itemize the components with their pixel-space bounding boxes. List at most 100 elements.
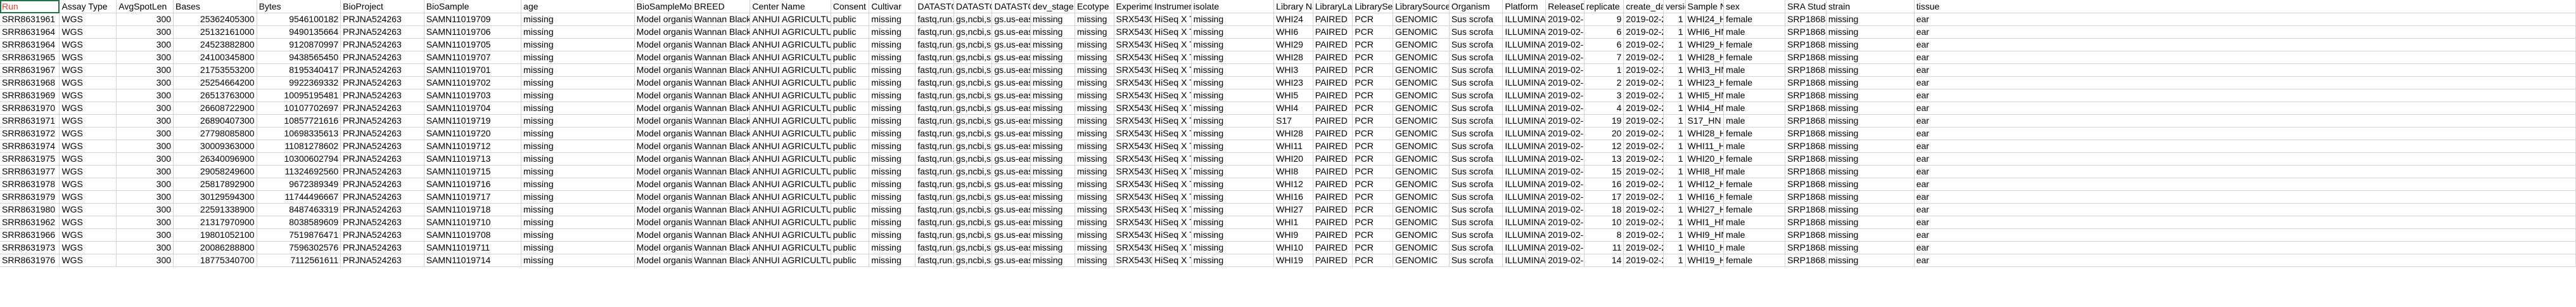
table-cell[interactable]: missing bbox=[521, 25, 635, 39]
table-cell[interactable]: GENOMIC bbox=[1393, 241, 1450, 254]
column-header-cell[interactable]: BioSample bbox=[424, 0, 522, 13]
table-cell[interactable]: 2 bbox=[1584, 76, 1624, 89]
table-cell[interactable]: SRR8631969 bbox=[0, 89, 60, 102]
table-cell[interactable]: missing bbox=[1826, 178, 1915, 191]
table-cell[interactable]: 27798085800 bbox=[173, 127, 257, 140]
table-cell[interactable]: 9672389349 bbox=[257, 178, 341, 191]
table-cell[interactable]: GENOMIC bbox=[1393, 76, 1450, 89]
column-header-cell[interactable]: Organism bbox=[1449, 0, 1503, 13]
table-cell[interactable]: SRP186849 bbox=[1785, 13, 1827, 26]
table-cell[interactable]: WGS bbox=[59, 114, 117, 127]
table-cell[interactable]: missing bbox=[1826, 63, 1915, 77]
table-cell[interactable]: Model organism or animal bbox=[634, 203, 692, 216]
table-cell[interactable]: HiSeq X Ten bbox=[1152, 190, 1192, 204]
table-cell[interactable]: missing bbox=[521, 203, 635, 216]
table-cell[interactable]: ANHUI AGRICULTURAL UNIVERSITY bbox=[749, 190, 831, 204]
table-cell[interactable]: missing bbox=[1030, 178, 1075, 191]
table-cell[interactable]: ILLUMINA bbox=[1502, 63, 1546, 77]
column-header-cell[interactable]: Bytes bbox=[257, 0, 341, 13]
table-cell[interactable]: GENOMIC bbox=[1393, 114, 1450, 127]
table-cell[interactable]: missing bbox=[521, 165, 635, 178]
table-cell[interactable]: PRJNA524263 bbox=[340, 228, 424, 242]
table-cell[interactable]: GENOMIC bbox=[1393, 140, 1450, 153]
table-cell[interactable]: SRR8631964 bbox=[0, 25, 60, 39]
table-cell[interactable]: ANHUI AGRICULTURAL UNIVERSITY bbox=[749, 178, 831, 191]
table-cell[interactable]: PRJNA524263 bbox=[340, 25, 424, 39]
table-cell[interactable]: GENOMIC bbox=[1393, 216, 1450, 229]
table-cell[interactable]: 2019-02-25 bbox=[1623, 178, 1664, 191]
table-cell[interactable]: PAIRED bbox=[1313, 254, 1353, 267]
table-cell[interactable]: PRJNA524263 bbox=[340, 190, 424, 204]
table-cell[interactable]: ILLUMINA bbox=[1502, 76, 1546, 89]
table-cell[interactable]: SRR8631977 bbox=[0, 165, 60, 178]
table-cell[interactable]: fastq,run.zq,sra bbox=[915, 228, 954, 242]
table-cell[interactable]: SRR8631961 bbox=[0, 13, 60, 26]
table-cell[interactable]: WHI19 bbox=[1273, 254, 1313, 267]
table-cell[interactable]: fastq,run.zq,sra bbox=[915, 152, 954, 166]
table-cell[interactable]: GENOMIC bbox=[1393, 25, 1450, 39]
table-cell[interactable]: female bbox=[1723, 127, 1786, 140]
table-cell[interactable]: PAIRED bbox=[1313, 38, 1353, 51]
table-cell[interactable]: 7519876471 bbox=[257, 228, 341, 242]
column-header-cell[interactable]: BioSampleModel bbox=[634, 0, 692, 13]
table-cell[interactable]: ILLUMINA bbox=[1502, 152, 1546, 166]
table-cell[interactable]: missing bbox=[869, 190, 916, 204]
table-cell[interactable]: HiSeq X Ten bbox=[1152, 114, 1192, 127]
table-cell[interactable]: 16 bbox=[1584, 178, 1624, 191]
table-cell[interactable]: missing bbox=[1030, 228, 1075, 242]
table-cell[interactable]: 2019-02-25 bbox=[1545, 38, 1584, 51]
table-cell[interactable]: Model organism or animal bbox=[634, 114, 692, 127]
table-cell[interactable]: SRX5430722 bbox=[1114, 178, 1153, 191]
table-cell[interactable]: 300 bbox=[116, 140, 174, 153]
table-cell[interactable]: missing bbox=[1074, 241, 1114, 254]
table-cell[interactable]: GENOMIC bbox=[1393, 38, 1450, 51]
table-cell[interactable]: ear bbox=[1914, 51, 2576, 64]
table-cell[interactable]: missing bbox=[1030, 76, 1075, 89]
table-cell[interactable]: gs.us-east bbox=[992, 178, 1031, 191]
table-cell[interactable]: fastq,run.zq,sra bbox=[915, 203, 954, 216]
table-cell[interactable]: missing bbox=[1826, 89, 1915, 102]
table-cell[interactable]: missing bbox=[1074, 178, 1114, 191]
table-cell[interactable]: SRP186849 bbox=[1785, 25, 1827, 39]
table-cell[interactable]: ear bbox=[1914, 178, 2576, 191]
table-cell[interactable]: ILLUMINA bbox=[1502, 190, 1546, 204]
table-cell[interactable]: public bbox=[831, 190, 870, 204]
table-cell[interactable]: 8195340417 bbox=[257, 63, 341, 77]
table-cell[interactable]: SRX5430725 bbox=[1114, 114, 1153, 127]
column-header-cell[interactable]: DATASTORE region bbox=[992, 0, 1031, 13]
table-cell[interactable]: 25132161000 bbox=[173, 25, 257, 39]
table-cell[interactable]: PAIRED bbox=[1313, 13, 1353, 26]
table-cell[interactable]: WGS bbox=[59, 203, 117, 216]
table-cell[interactable]: 2019-02-25 bbox=[1545, 190, 1584, 204]
table-cell[interactable]: 9 bbox=[1584, 13, 1624, 26]
table-cell[interactable]: missing bbox=[1074, 101, 1114, 115]
table-cell[interactable]: missing bbox=[1191, 228, 1275, 242]
table-cell[interactable]: PCR bbox=[1352, 101, 1394, 115]
table-cell[interactable]: missing bbox=[521, 38, 635, 51]
table-cell[interactable]: missing bbox=[521, 89, 635, 102]
table-cell[interactable]: GENOMIC bbox=[1393, 51, 1450, 64]
table-cell[interactable]: PRJNA524263 bbox=[340, 152, 424, 166]
table-cell[interactable]: missing bbox=[869, 216, 916, 229]
table-cell[interactable]: male bbox=[1723, 63, 1786, 77]
table-cell[interactable]: PCR bbox=[1352, 51, 1394, 64]
table-cell[interactable]: PRJNA524263 bbox=[340, 254, 424, 267]
table-cell[interactable]: missing bbox=[521, 101, 635, 115]
table-cell[interactable]: 1 bbox=[1663, 203, 1686, 216]
table-cell[interactable]: ANHUI AGRICULTURAL UNIVERSITY bbox=[749, 216, 831, 229]
table-cell[interactable]: PRJNA524263 bbox=[340, 38, 424, 51]
table-cell[interactable]: Wannan Black bbox=[692, 38, 751, 51]
table-cell[interactable]: 25254664200 bbox=[173, 76, 257, 89]
table-cell[interactable]: 1 bbox=[1663, 241, 1686, 254]
table-cell[interactable]: WGS bbox=[59, 101, 117, 115]
column-header-cell[interactable]: DATASTORE provider bbox=[953, 0, 993, 13]
table-cell[interactable]: ILLUMINA bbox=[1502, 165, 1546, 178]
table-cell[interactable]: Wannan Black bbox=[692, 190, 751, 204]
column-header-cell[interactable]: LibrarySource bbox=[1393, 0, 1450, 13]
table-cell[interactable]: WHI29_HN bbox=[1685, 38, 1725, 51]
table-cell[interactable]: 300 bbox=[116, 114, 174, 127]
table-cell[interactable]: PCR bbox=[1352, 203, 1394, 216]
table-cell[interactable]: 2019-02-25 bbox=[1545, 63, 1584, 77]
table-cell[interactable]: missing bbox=[869, 13, 916, 26]
table-cell[interactable]: gs,ncbi,s3 bbox=[953, 241, 993, 254]
